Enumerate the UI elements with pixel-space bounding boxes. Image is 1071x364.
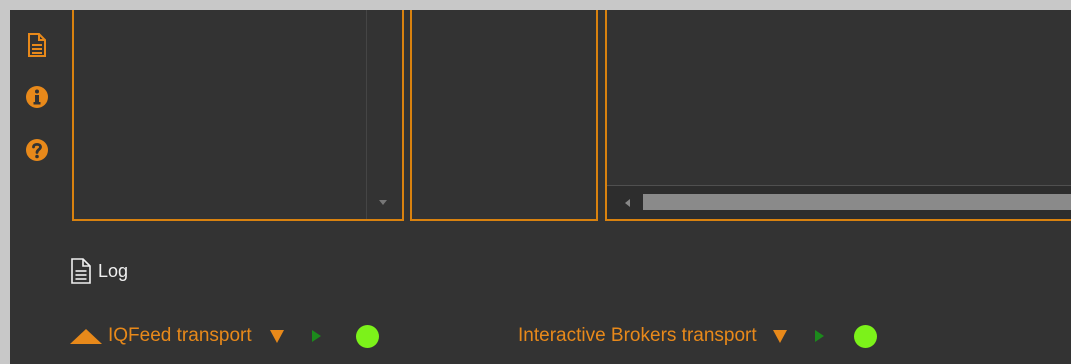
middle-panel [410,10,598,221]
play-icon[interactable] [311,330,321,342]
scroll-down-icon[interactable] [379,200,387,205]
play-icon[interactable] [814,330,824,342]
log-label: Log [98,260,129,281]
dropdown-arrow-icon[interactable] [772,329,787,343]
interactive-brokers-transport: Interactive Brokers transport [518,322,877,350]
ib-transport-label[interactable]: Interactive Brokers transport [518,325,757,347]
dropdown-arrow-icon[interactable] [269,329,284,343]
list-panel [72,10,404,221]
content-panel [605,10,1071,221]
status-indicator [355,324,379,348]
horizontal-scrollbar[interactable] [607,185,1071,219]
iqfeed-transport-label[interactable]: IQFeed transport [108,325,252,347]
help-icon[interactable] [24,137,50,163]
status-indicator [853,324,877,348]
scrollbar-thumb[interactable] [643,194,1071,210]
app-window: Log IQFeed transport Interactive Brokers… [10,10,1071,364]
document-icon[interactable] [24,32,50,58]
log-button[interactable]: Log [70,258,128,284]
scroll-left-icon[interactable] [625,199,630,207]
log-document-icon [71,258,91,284]
collapse-up-icon[interactable] [70,328,102,344]
vertical-scrollbar[interactable] [366,10,402,219]
info-icon[interactable] [24,84,50,110]
iqfeed-transport: IQFeed transport [70,322,379,350]
